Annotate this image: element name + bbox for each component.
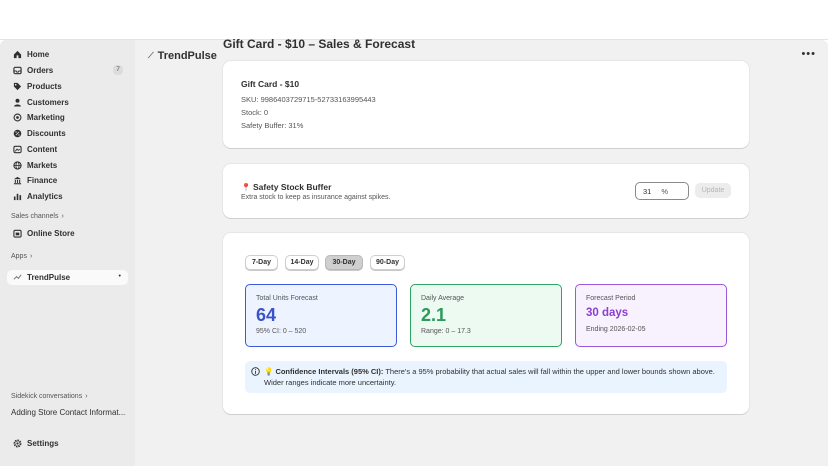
stat-label: Forecast Period	[586, 295, 636, 302]
sidebar-item-label: Online Store	[27, 229, 75, 238]
sidebar-item-marketing[interactable]: Marketing	[7, 110, 128, 125]
sidebar-item-markets[interactable]: Markets	[7, 158, 128, 173]
chevron-right-icon: ›	[85, 393, 88, 400]
tab-14-day[interactable]: 14-Day	[285, 255, 319, 270]
update-button[interactable]: Update	[695, 183, 731, 198]
pin-dot-icon: •	[118, 273, 121, 280]
sidebar-item-online-store[interactable]: Online Store	[7, 226, 128, 241]
sidekick-conversation-item[interactable]: Adding Store Contact Informat...	[11, 408, 129, 417]
trend-icon	[12, 273, 22, 283]
total-units-forecast-card: Total Units Forecast 64 95% CI: 0 – 520	[245, 284, 397, 347]
stat-subtext: 95% CI: 0 – 520	[256, 328, 307, 335]
sidebar: Home Orders 7 Products Customers Marketi…	[0, 40, 135, 466]
more-actions-button[interactable]: •••	[801, 48, 816, 60]
safety-buffer-input[interactable]: 31 %	[635, 182, 689, 200]
sales-channels-heading[interactable]: Sales channels ›	[11, 213, 64, 220]
sidebar-item-products[interactable]: Products	[7, 79, 128, 94]
stat-subtext: Range: 0 – 17.3	[421, 328, 471, 335]
stat-value: 2.1	[421, 305, 447, 325]
confidence-info-title: Confidence Intervals (95% CI):	[275, 367, 384, 376]
trend-icon: ⟋	[148, 51, 154, 60]
tab-30-day[interactable]: 30-Day	[325, 255, 363, 270]
sidebar-item-finance[interactable]: Finance	[7, 173, 128, 188]
product-sku: SKU: 9986403729715-52733163995443	[241, 95, 376, 104]
sidebar-item-settings[interactable]: Settings	[7, 436, 128, 451]
content-icon	[12, 145, 22, 155]
apps-heading[interactable]: Apps ›	[11, 253, 32, 260]
safety-buffer-subtitle: Extra stock to keep as insurance against…	[241, 194, 391, 201]
sidebar-item-label: Markets	[27, 161, 58, 170]
bar-chart-icon	[12, 192, 22, 202]
product-stock: Stock: 0	[241, 108, 269, 117]
tab-90-day[interactable]: 90-Day	[370, 255, 405, 270]
sidebar-item-label: Products	[27, 82, 62, 91]
stat-value: 30 days	[586, 307, 629, 319]
gear-icon	[12, 439, 22, 449]
sidebar-item-label: Home	[27, 50, 50, 59]
forecast-period-card: Forecast Period 30 days Ending 2026-02-0…	[575, 284, 727, 347]
safety-buffer-title: 📍 Safety Stock Buffer	[241, 182, 332, 192]
confidence-info-banner: 💡 Confidence Intervals (95% CI): There's…	[245, 361, 727, 393]
chevron-right-icon: ›	[61, 213, 64, 220]
sidebar-item-label: Orders	[27, 66, 54, 75]
store-icon	[12, 229, 22, 239]
sidebar-item-orders[interactable]: Orders 7	[7, 63, 128, 78]
safety-buffer-card: 📍 Safety Stock Buffer Extra stock to kee…	[223, 164, 749, 218]
browser-top-bar	[0, 0, 828, 40]
sidebar-item-content[interactable]: Content	[7, 142, 128, 157]
sidebar-item-discounts[interactable]: Discounts	[7, 126, 128, 141]
stat-label: Daily Average	[421, 295, 465, 302]
sidebar-item-label: Discounts	[27, 129, 66, 138]
sidebar-item-label: Content	[27, 145, 58, 154]
globe-icon	[12, 161, 22, 171]
sidebar-item-label: Analytics	[27, 192, 63, 201]
tag-icon	[12, 82, 22, 92]
person-icon	[12, 98, 22, 108]
orders-count-badge: 7	[113, 65, 123, 75]
target-icon	[12, 113, 22, 123]
product-info-card: Gift Card - $10 SKU: 9986403729715-52733…	[223, 61, 749, 148]
sidebar-item-label: Finance	[27, 176, 58, 185]
sidebar-item-label: TrendPulse	[27, 273, 71, 282]
daily-average-card: Daily Average 2.1 Range: 0 – 17.3	[410, 284, 562, 347]
pin-icon: 📍	[241, 182, 251, 192]
percent-suffix: %	[661, 186, 669, 196]
bank-icon	[12, 176, 22, 186]
product-name: Gift Card - $10	[241, 79, 300, 89]
sidebar-item-label: Marketing	[27, 113, 65, 122]
home-icon	[12, 50, 22, 60]
product-safety-buffer: Safety Buffer: 31%	[241, 121, 304, 130]
inbox-icon	[12, 66, 22, 76]
info-icon	[251, 367, 260, 376]
sidekick-conversations-heading[interactable]: Sidekick conversations ›	[11, 393, 88, 400]
sidebar-item-customers[interactable]: Customers	[7, 95, 128, 110]
sidebar-item-home[interactable]: Home	[7, 47, 128, 62]
forecast-card: 7-Day 14-Day 30-Day 90-Day Total Units F…	[223, 233, 749, 414]
stat-subtext: Ending 2026-02-05	[586, 326, 646, 333]
sidebar-item-label: Customers	[27, 98, 69, 107]
stat-value: 64	[256, 305, 277, 325]
lightbulb-icon: 💡	[264, 367, 276, 376]
confidence-info-text: 💡 Confidence Intervals (95% CI): There's…	[264, 366, 720, 388]
stat-label: Total Units Forecast	[256, 295, 318, 302]
sidebar-item-trendpulse[interactable]: TrendPulse •	[7, 270, 128, 285]
chevron-right-icon: ›	[29, 253, 33, 260]
discount-icon	[12, 129, 22, 139]
sidebar-item-label: Settings	[27, 439, 59, 448]
sidebar-item-analytics[interactable]: Analytics	[7, 189, 128, 204]
tab-7-day[interactable]: 7-Day	[245, 255, 278, 270]
app-title: ⟋ TrendPulse	[148, 50, 217, 62]
page-title: Gift Card - $10 – Sales & Forecast	[223, 37, 416, 51]
